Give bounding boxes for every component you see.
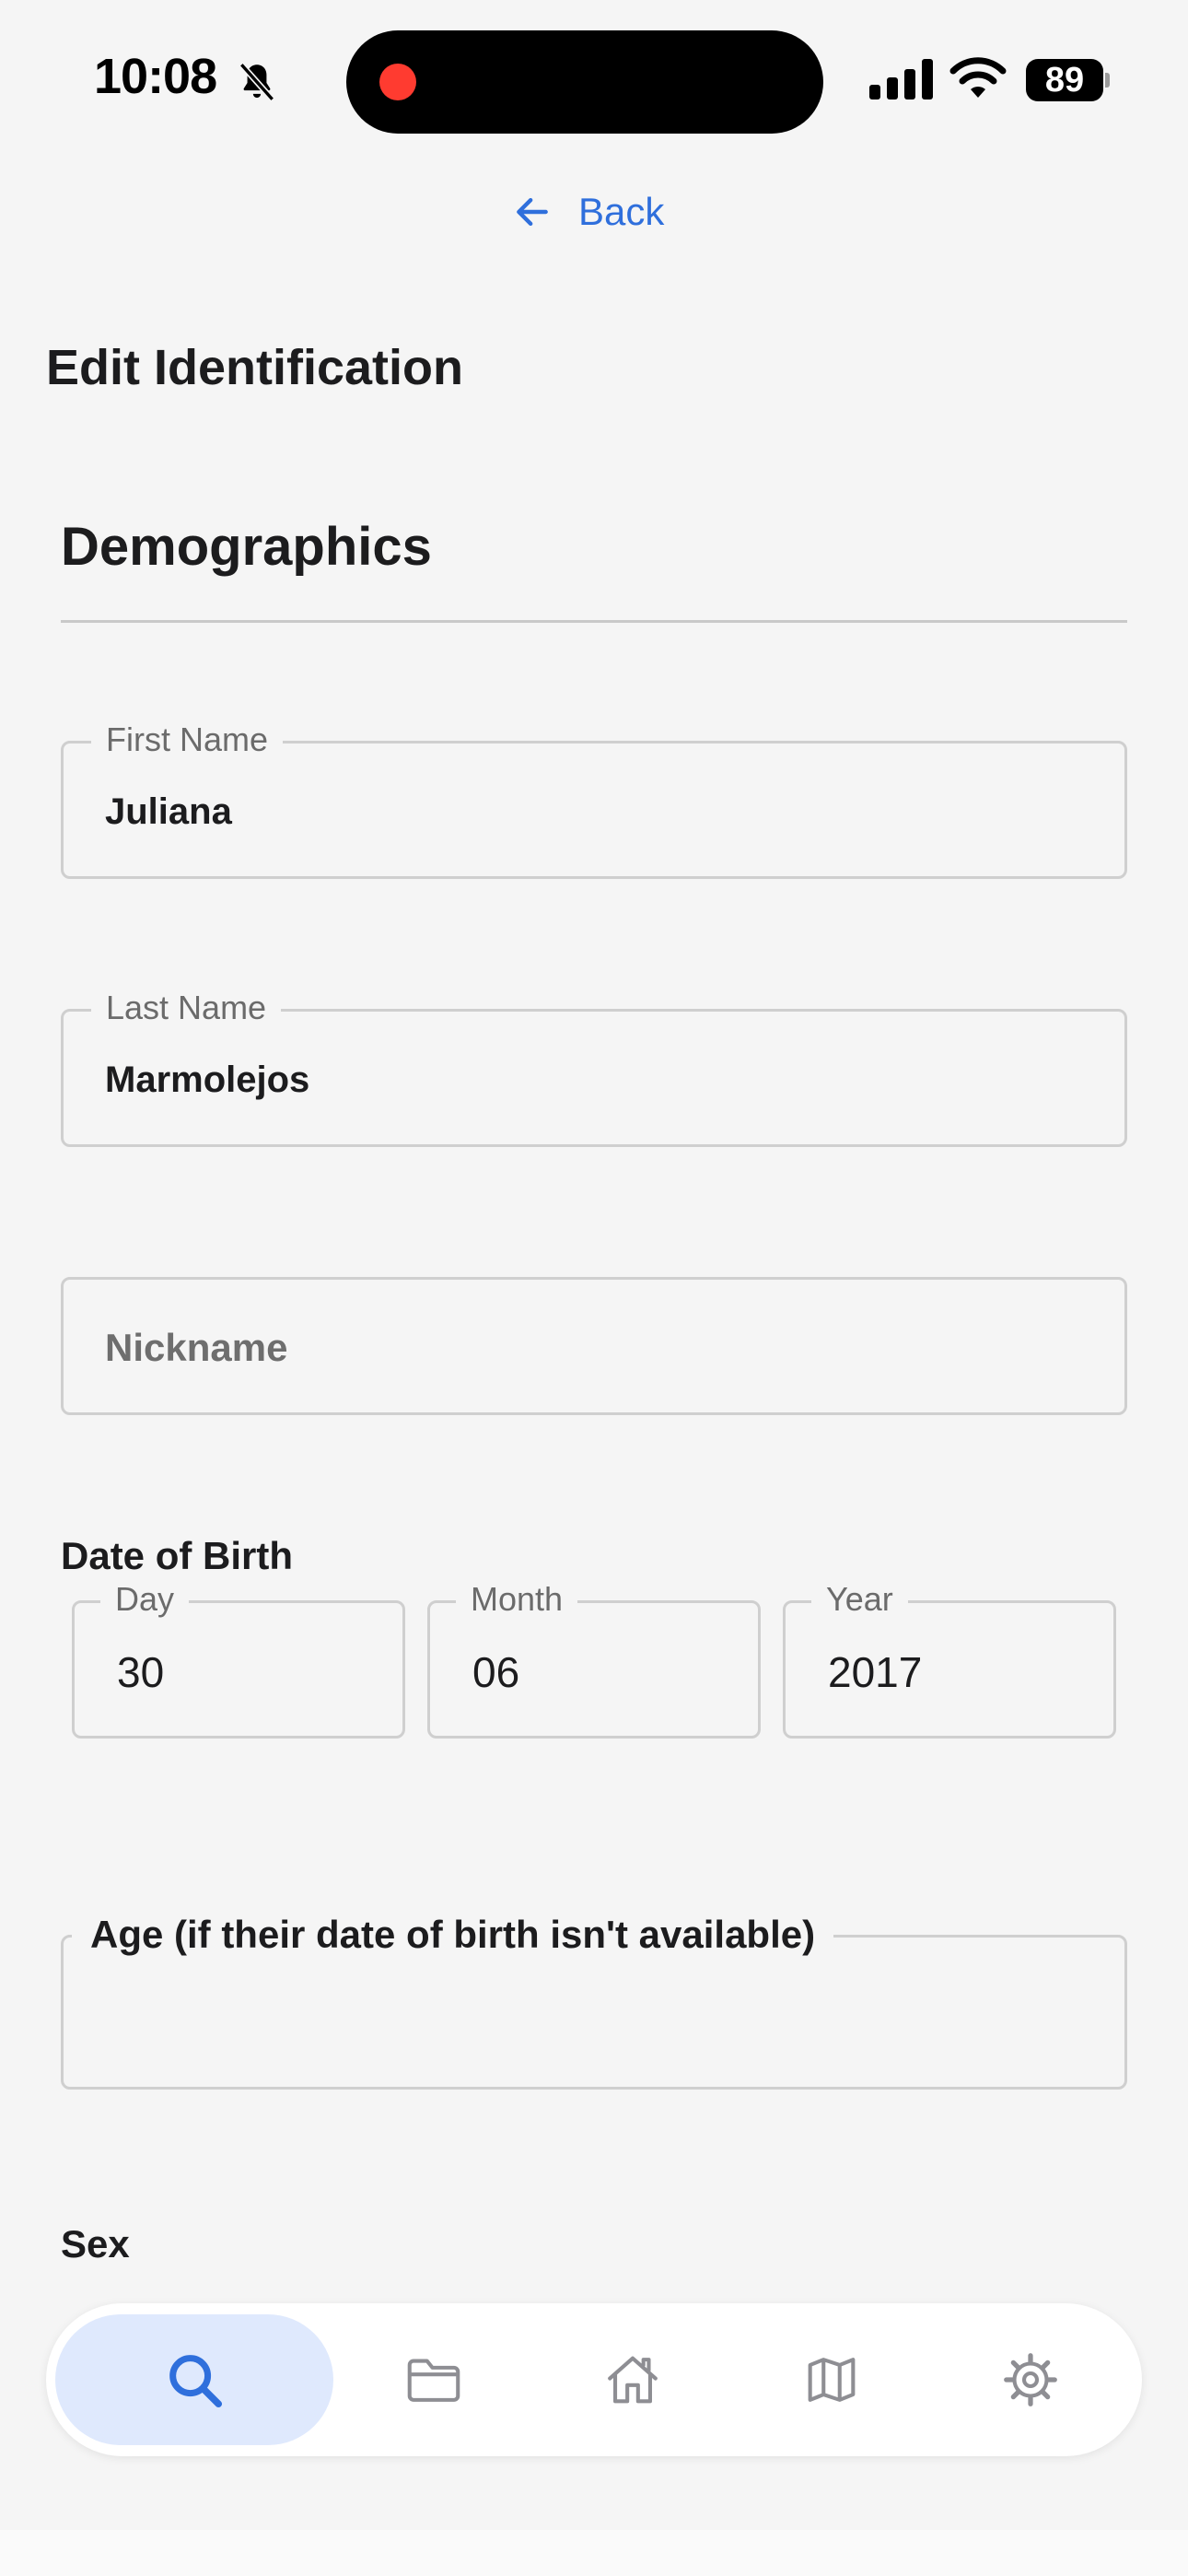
dob-year-field[interactable]: Year 2017: [783, 1579, 1116, 1739]
last-name-value: Marmolejos: [105, 1060, 310, 1100]
tab-map[interactable]: [750, 2314, 914, 2445]
age-label: Age (if their date of birth isn't availa…: [72, 1909, 834, 1961]
back-button[interactable]: Back: [512, 190, 664, 234]
dob-day-value: 30: [117, 1648, 165, 1696]
dynamic-island: [346, 30, 823, 134]
dob-year-label: Year: [811, 1579, 908, 1620]
battery-nub: [1105, 73, 1110, 88]
gear-icon: [1004, 2353, 1057, 2406]
nickname-field[interactable]: Nickname: [61, 1277, 1127, 1415]
sex-label: Sex: [61, 2222, 130, 2266]
search-icon: [169, 2355, 223, 2408]
bell-slash-icon: [239, 63, 275, 101]
tab-home[interactable]: [551, 2314, 715, 2445]
first-name-label: First Name: [91, 720, 284, 760]
folder-icon: [407, 2359, 460, 2402]
tab-settings[interactable]: [949, 2314, 1112, 2445]
screen: 10:08 89 Back Edit Identification Demogr…: [0, 0, 1188, 2576]
tab-search[interactable]: [55, 2314, 333, 2445]
recording-indicator: [379, 64, 416, 100]
nickname-placeholder: Nickname: [105, 1326, 288, 1369]
wifi-icon: [949, 57, 1007, 98]
signal-icon: [869, 59, 933, 100]
page-title: Edit Identification: [46, 340, 463, 395]
home-icon: [608, 2356, 658, 2404]
battery-icon: 89: [1026, 59, 1110, 101]
last-name-field[interactable]: Last Name Marmolejos: [61, 988, 1127, 1147]
section-title: Demographics: [61, 517, 432, 577]
back-label: Back: [578, 190, 665, 233]
dob-label: Date of Birth: [61, 1534, 293, 1577]
section-divider: [61, 620, 1127, 623]
bottom-safe-area: [0, 2530, 1188, 2576]
status-time: 10:08: [94, 49, 217, 104]
tab-folder[interactable]: [352, 2314, 516, 2445]
last-name-label: Last Name: [91, 988, 282, 1028]
first-name-field[interactable]: First Name Juliana: [61, 720, 1127, 879]
map-icon: [808, 2358, 856, 2402]
dob-year-value: 2017: [828, 1648, 923, 1696]
dob-day-field[interactable]: Day 30: [72, 1579, 405, 1739]
battery-level: 89: [1044, 61, 1085, 100]
bottom-tab-bar: [46, 2303, 1142, 2456]
dob-month-label: Month: [456, 1579, 578, 1620]
dob-month-field[interactable]: Month 06: [427, 1579, 761, 1739]
dob-month-value: 06: [472, 1648, 520, 1696]
dob-day-label: Day: [100, 1579, 190, 1620]
first-name-value: Juliana: [105, 791, 232, 832]
arrow-left-icon: [517, 197, 548, 227]
